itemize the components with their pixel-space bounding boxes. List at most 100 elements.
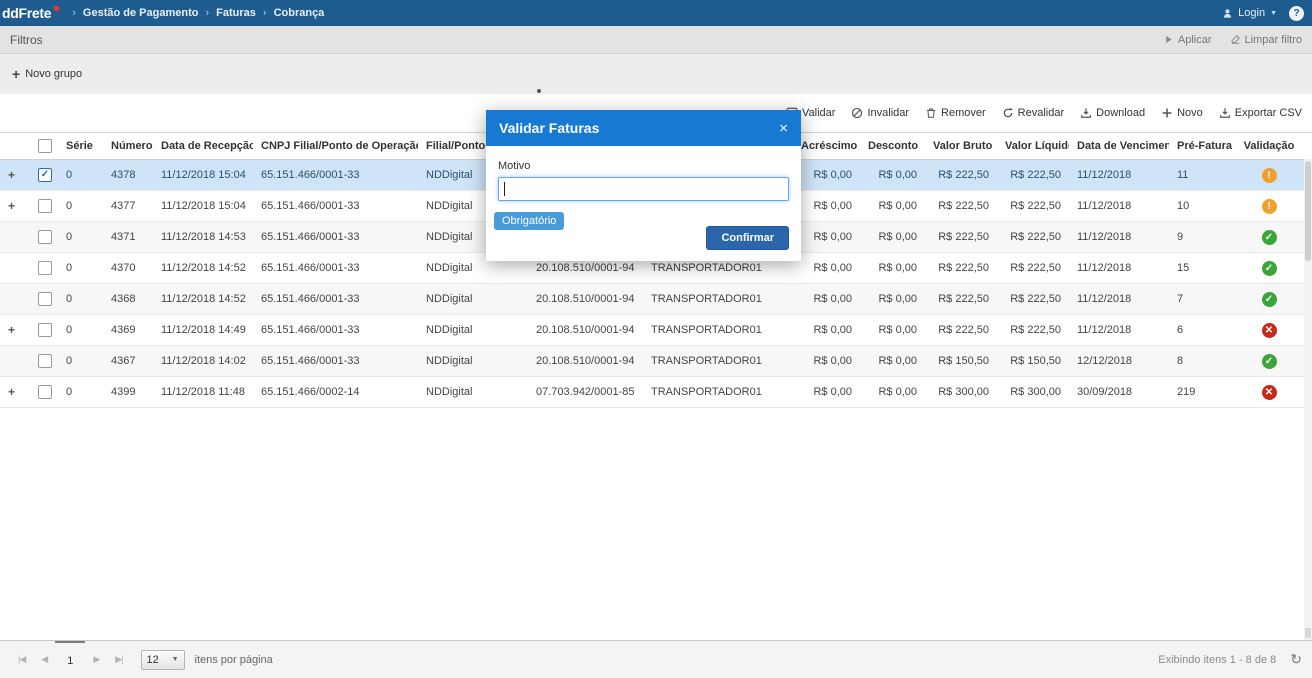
confirm-button[interactable]: Confirmar [706, 226, 789, 250]
cell-vencimento: 11/12/2018 [1069, 252, 1169, 284]
cell-serie: 0 [58, 314, 103, 346]
cell-vencimento: 11/12/2018 [1069, 314, 1169, 346]
motivo-input[interactable] [498, 177, 789, 201]
cell-pre_fatura: 10 [1169, 190, 1234, 222]
cell-pre_fatura: 7 [1169, 283, 1234, 315]
previous-page-button[interactable]: ◀ [33, 641, 55, 678]
cell-vencimento: 11/12/2018 [1069, 190, 1169, 222]
apply-filter-button[interactable]: Aplicar [1163, 34, 1212, 46]
apply-filter-label: Aplicar [1177, 33, 1212, 46]
help-icon[interactable]: ? [1289, 5, 1304, 21]
column-header-valor_liquido[interactable]: Valor Líquido [997, 133, 1069, 160]
success-status-icon: ✓ [1261, 353, 1277, 369]
row-checkbox[interactable] [38, 354, 52, 368]
cell-select [30, 314, 58, 346]
vertical-scrollbar[interactable] [1304, 159, 1312, 640]
cell-cnpj_filial: 65.151.466/0001-33 [253, 283, 418, 315]
filters-bar: Filtros Aplicar Limpar filtro [0, 26, 1312, 54]
close-icon[interactable]: × [779, 121, 788, 136]
cell-serie: 0 [58, 190, 103, 222]
expand-row-button[interactable]: + [8, 385, 15, 399]
page-size-value: 12 [146, 653, 159, 666]
revalidar-button[interactable]: Revalidar [1002, 107, 1064, 119]
expand-row-button[interactable]: + [8, 323, 15, 337]
table-row[interactable]: +0 4369 11/12/2018 14:49 65.151.466/0001-33… [0, 314, 1304, 346]
eraser-icon [1230, 34, 1241, 45]
row-checkbox[interactable]: ✓ [38, 168, 52, 182]
next-page-button[interactable]: ▶ [85, 641, 107, 678]
grid-footer: |◀ ◀ 1 ▶ ▶| 12 ▼ itens por página Exibin… [0, 640, 1312, 678]
current-page-button[interactable]: 1 [55, 641, 86, 678]
invalidar-button[interactable]: Invalidar [851, 107, 909, 119]
cell-recepcao: 11/12/2018 15:04 [153, 159, 253, 191]
cell-acrescimo: R$ 0,00 [793, 221, 860, 253]
row-checkbox[interactable] [38, 292, 52, 306]
row-checkbox[interactable] [38, 261, 52, 275]
cell-cnpj_filial: 65.151.466/0002-14 [253, 376, 418, 408]
cell-expand: + [0, 314, 30, 346]
remover-button[interactable]: Remover [925, 107, 986, 119]
plus-icon: + [12, 66, 21, 82]
cell-expand [0, 283, 30, 315]
cell-serie: 0 [58, 376, 103, 408]
topbar-right: Login ▼ ? [1222, 5, 1304, 21]
cell-desconto: R$ 0,00 [860, 159, 925, 191]
breadcrumb-separator: › [262, 7, 267, 19]
column-header-acrescimo[interactable]: Acréscimo [793, 133, 860, 160]
column-header-valor_bruto[interactable]: Valor Bruto [925, 133, 997, 160]
scrollbar-thumb[interactable] [1305, 161, 1311, 261]
new-group-button[interactable]: + Novo grupo [12, 66, 82, 82]
cell-filial: NDDigital [418, 314, 528, 346]
app-logo[interactable]: ddFrete [2, 5, 60, 21]
table-row[interactable]: 0 4367 11/12/2018 14:02 65.151.466/0001-33 N… [0, 345, 1304, 377]
row-checkbox[interactable] [38, 230, 52, 244]
exportar-csv-button[interactable]: Exportar CSV [1219, 107, 1302, 119]
logo-flag-icon [54, 6, 60, 11]
cell-expand: + [0, 190, 30, 222]
login-menu[interactable]: Login ▼ [1222, 7, 1277, 19]
cell-cnpj_filial: 65.151.466/0001-33 [253, 190, 418, 222]
clear-filter-button[interactable]: Limpar filtro [1230, 34, 1302, 46]
breadcrumb-item[interactable]: Cobrança [274, 7, 325, 19]
warning-status-icon: ! [1261, 198, 1277, 214]
column-header-numero[interactable]: Número [103, 133, 153, 160]
error-status-icon: ✕ [1261, 322, 1277, 338]
novo-button[interactable]: Novo [1161, 107, 1203, 119]
row-checkbox[interactable] [38, 199, 52, 213]
cell-validacao: ! [1234, 159, 1304, 191]
row-checkbox[interactable] [38, 323, 52, 337]
column-header-desconto[interactable]: Desconto [860, 133, 925, 160]
column-header-cnpj_filial[interactable]: CNPJ Filial/Ponto de Operação [253, 133, 418, 160]
cell-vencimento: 11/12/2018 [1069, 221, 1169, 253]
validar-label: Validar [802, 107, 836, 119]
table-row[interactable]: +0 4399 11/12/2018 11:48 65.151.466/0002-14… [0, 376, 1304, 408]
page-size-select[interactable]: 12 ▼ [140, 649, 185, 670]
cell-valor_bruto: R$ 300,00 [925, 376, 997, 408]
login-label: Login [1238, 7, 1266, 19]
column-header-validacao[interactable]: Validação [1234, 133, 1304, 160]
first-page-button[interactable]: |◀ [10, 641, 33, 678]
download-button[interactable]: Download [1080, 107, 1145, 119]
cell-select [30, 345, 58, 377]
expand-row-button[interactable]: + [8, 168, 15, 182]
breadcrumb-item[interactable]: Faturas [216, 7, 256, 19]
table-row[interactable]: 0 4368 11/12/2018 14:52 65.151.466/0001-33 N… [0, 283, 1304, 315]
select-all-checkbox[interactable] [38, 139, 52, 153]
column-header-select[interactable] [30, 133, 58, 160]
column-header-serie[interactable]: Série [58, 133, 103, 160]
cell-cnpj_transportadora: 20.108.510/0001-94 [528, 345, 643, 377]
expand-row-button[interactable]: + [8, 199, 15, 213]
last-page-button[interactable]: ▶| [107, 641, 130, 678]
column-header-vencimento[interactable]: Data de Vencimento [1069, 133, 1169, 160]
ban-icon [851, 107, 863, 119]
cell-cnpj_filial: 65.151.466/0001-33 [253, 314, 418, 346]
cell-serie: 0 [58, 345, 103, 377]
refresh-icon[interactable]: ↻ [1290, 651, 1302, 668]
breadcrumb-item[interactable]: Gestão de Pagamento [83, 7, 199, 19]
topbar: ddFrete › Gestão de Pagamento › Faturas › Cob… [0, 0, 1312, 26]
cell-cnpj_filial: 65.151.466/0001-33 [253, 252, 418, 284]
column-header-recepcao[interactable]: Data de Recepção↓ [153, 133, 253, 160]
row-checkbox[interactable] [38, 385, 52, 399]
column-header-pre_fatura[interactable]: Pré-Fatura [1169, 133, 1234, 160]
cell-numero: 4368 [103, 283, 153, 315]
